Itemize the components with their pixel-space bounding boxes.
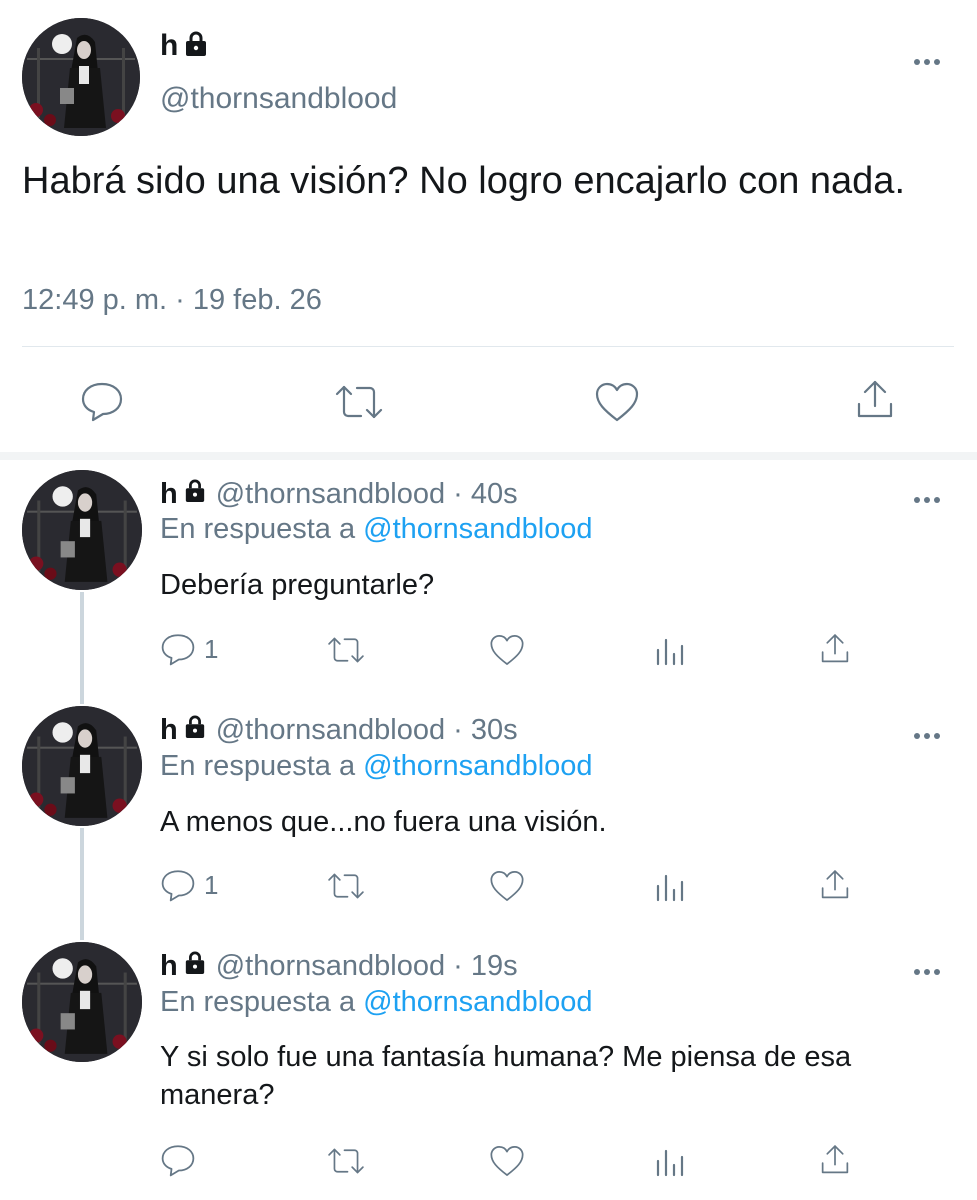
like-button[interactable] <box>489 1144 525 1178</box>
share-icon <box>857 380 893 418</box>
reply-icon <box>81 382 123 422</box>
display-name[interactable]: h <box>160 714 178 747</box>
more-options-icon[interactable] <box>912 490 942 508</box>
reply-icon <box>161 634 195 666</box>
share-button[interactable] <box>818 1143 852 1177</box>
avatar-image <box>22 942 142 1062</box>
like-icon <box>490 635 524 665</box>
avatar[interactable] <box>22 470 142 590</box>
divider <box>0 452 977 460</box>
lock-icon <box>184 478 206 511</box>
retweet-button[interactable] <box>326 634 366 666</box>
retweet-button[interactable] <box>333 382 385 422</box>
tweet-text: Debería preguntarle? <box>160 569 435 601</box>
avatar[interactable] <box>22 18 140 136</box>
share-icon <box>821 634 849 663</box>
like-button[interactable] <box>489 869 525 903</box>
share-button[interactable] <box>818 632 852 666</box>
more-options-icon[interactable] <box>912 962 942 980</box>
avatar-image <box>22 18 140 136</box>
reply-button[interactable]: 1 <box>160 868 218 902</box>
share-button[interactable] <box>818 868 852 902</box>
divider <box>22 346 954 347</box>
like-button[interactable] <box>489 633 525 667</box>
share-button[interactable] <box>853 378 897 422</box>
more-options-icon[interactable] <box>912 726 942 744</box>
reply-button[interactable] <box>80 380 124 422</box>
reply-button[interactable] <box>160 1143 204 1177</box>
tweet-text: Habrá sido una visión? No logro encajarl… <box>22 160 905 202</box>
like-icon <box>490 871 524 901</box>
reply-count: 1 <box>204 633 219 664</box>
display-name[interactable]: h <box>160 478 178 511</box>
retweet-button[interactable] <box>326 1145 366 1177</box>
lock-icon <box>184 950 206 983</box>
reply-prefix: En respuesta a <box>160 750 356 782</box>
share-icon <box>821 1145 849 1174</box>
analytics-icon <box>656 874 684 902</box>
avatar[interactable] <box>22 942 142 1062</box>
reply-prefix: En respuesta a <box>160 513 356 545</box>
retweet-icon <box>328 1148 364 1174</box>
retweet-button[interactable] <box>326 870 366 902</box>
display-name[interactable]: h <box>160 950 178 983</box>
avatar-image <box>22 470 142 590</box>
reply-icon <box>161 870 195 902</box>
analytics-button[interactable] <box>655 1147 685 1177</box>
avatar[interactable] <box>22 706 142 826</box>
analytics-button[interactable] <box>655 636 685 666</box>
like-icon <box>490 1146 524 1176</box>
handle[interactable]: @thornsandblood <box>160 82 397 116</box>
reply-count: 1 <box>204 869 219 900</box>
display-name[interactable]: h <box>160 29 178 63</box>
more-options-icon[interactable] <box>912 52 942 70</box>
lock-icon <box>184 31 208 62</box>
analytics-button[interactable] <box>655 872 685 902</box>
tweet-text: Y si solo fue una fantasía humana? Me pi… <box>160 1041 852 1111</box>
handle-time[interactable]: @thornsandblood · 19s <box>216 950 518 983</box>
avatar-image <box>22 706 142 826</box>
analytics-icon <box>656 1149 684 1177</box>
reply-to-mention[interactable]: @thornsandblood <box>363 750 592 782</box>
handle-time[interactable]: @thornsandblood · 30s <box>216 714 518 747</box>
retweet-icon <box>328 873 364 899</box>
thread-line <box>80 592 84 704</box>
thread-line <box>80 828 84 940</box>
reply-to-mention[interactable]: @thornsandblood <box>363 986 592 1018</box>
retweet-icon <box>328 637 364 663</box>
reply-to-mention[interactable]: @thornsandblood <box>363 513 592 545</box>
handle-time[interactable]: @thornsandblood · 40s <box>216 478 518 511</box>
like-button[interactable] <box>594 381 640 423</box>
like-icon <box>595 382 639 422</box>
retweet-icon <box>335 385 383 419</box>
reply-icon <box>161 1145 195 1177</box>
share-icon <box>821 870 849 899</box>
reply-prefix: En respuesta a <box>160 986 356 1018</box>
tweet-text: A menos que...no fuera una visión. <box>160 806 607 838</box>
reply-button[interactable]: 1 <box>160 632 218 666</box>
lock-icon <box>184 714 206 747</box>
timestamp[interactable]: 12:49 p. m. · 19 feb. 26 <box>22 284 322 317</box>
analytics-icon <box>656 638 684 666</box>
